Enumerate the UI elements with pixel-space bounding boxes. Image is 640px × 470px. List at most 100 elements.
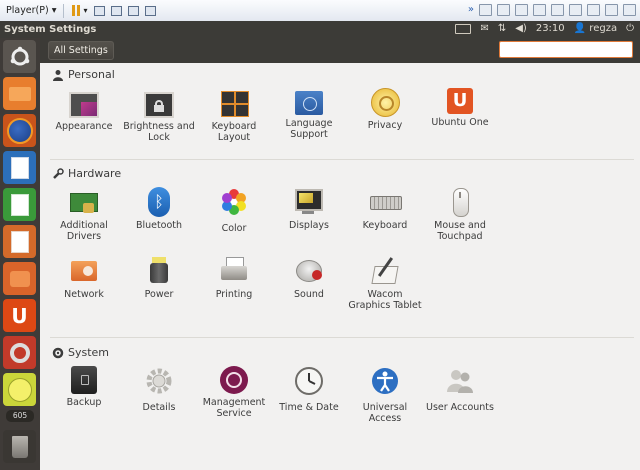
- printing-item[interactable]: Printing: [196, 256, 272, 300]
- users-icon: [447, 370, 473, 393]
- writer-launcher-icon[interactable]: [3, 151, 36, 184]
- clock[interactable]: 23:10: [536, 23, 565, 34]
- section-title-hardware: Hardware: [68, 167, 122, 180]
- message-log-icon[interactable]: [623, 4, 636, 16]
- appearance-item[interactable]: Appearance: [46, 88, 122, 132]
- accessibility-icon: [372, 368, 398, 394]
- chevron-down-icon[interactable]: ▾: [84, 6, 88, 15]
- printer-device-icon[interactable]: [587, 4, 600, 16]
- item-label: Additional Drivers: [60, 220, 108, 242]
- player-menu-label: Player(P): [6, 5, 49, 16]
- removable-devices-icon[interactable]: [110, 5, 122, 16]
- send-ctrl-alt-del-icon[interactable]: [93, 5, 105, 16]
- keyboard-indicator-icon[interactable]: [455, 23, 472, 34]
- time-date-item[interactable]: Time & Date: [271, 366, 347, 413]
- usb-icon[interactable]: [551, 4, 564, 16]
- power-item[interactable]: Power: [121, 256, 197, 300]
- item-label: Network: [64, 289, 104, 300]
- details-item[interactable]: Details: [121, 366, 197, 413]
- player-menu[interactable]: Player(P) ▾: [6, 5, 57, 16]
- privacy-icon: [370, 88, 400, 117]
- all-settings-button[interactable]: All Settings: [48, 41, 114, 60]
- dash-home-button[interactable]: [3, 40, 36, 73]
- item-label: Sound: [294, 289, 324, 300]
- displays-icon: [294, 187, 324, 217]
- firefox-launcher-icon[interactable]: [3, 114, 36, 147]
- unity-mode-icon[interactable]: [144, 5, 156, 16]
- item-label: Keyboard Layout: [211, 121, 257, 143]
- workspace-switcher-launcher-icon[interactable]: [3, 373, 36, 406]
- calc-launcher-icon[interactable]: [3, 188, 36, 221]
- top-panel: System Settings ✉ ⇅ ◀) 23:10 👤 regza ⏻: [0, 21, 640, 38]
- user-menu[interactable]: 👤 regza: [574, 23, 617, 34]
- brightness-icon: [144, 92, 174, 118]
- pause-icon[interactable]: [70, 5, 82, 16]
- network-indicator-icon[interactable]: ⇅: [498, 23, 506, 34]
- files-launcher-icon[interactable]: [3, 77, 36, 110]
- item-label: Details: [142, 402, 176, 413]
- privacy-item[interactable]: Privacy: [347, 88, 423, 131]
- ubuntu-one-launcher-icon[interactable]: U: [3, 299, 36, 332]
- search-input[interactable]: [499, 41, 633, 58]
- hdd-icon[interactable]: [479, 4, 492, 16]
- launcher-badge: 605: [6, 410, 34, 422]
- floppy-icon[interactable]: [515, 4, 528, 16]
- network-item[interactable]: Network: [46, 256, 122, 300]
- settings-content: Personal Appearance Brightness and Lock …: [40, 63, 640, 470]
- sound-item[interactable]: Sound: [271, 256, 347, 300]
- impress-launcher-icon[interactable]: [3, 225, 36, 258]
- sound-card-icon[interactable]: [569, 4, 582, 16]
- item-label: Backup: [66, 397, 102, 408]
- clock-icon: [295, 367, 323, 395]
- mouse-touchpad-item[interactable]: Mouse and Touchpad: [422, 187, 498, 242]
- chevron-right-icon[interactable]: »: [468, 5, 474, 15]
- gear-section-icon: [52, 347, 64, 359]
- toolbar-divider: [62, 3, 64, 18]
- software-center-launcher-icon[interactable]: [3, 262, 36, 295]
- universal-access-item[interactable]: Universal Access: [347, 366, 423, 424]
- window-title: System Settings: [4, 24, 97, 35]
- bluetooth-item[interactable]: ᛒ Bluetooth: [121, 187, 197, 231]
- management-service-item[interactable]: Management Service: [196, 366, 272, 419]
- color-icon: [222, 189, 246, 215]
- backup-icon: [71, 366, 97, 394]
- item-label: Power: [144, 289, 174, 300]
- mouse-icon: [445, 187, 475, 217]
- ubuntu-one-item[interactable]: U Ubuntu One: [422, 88, 498, 128]
- keyboard-layout-item[interactable]: Keyboard Layout: [196, 88, 272, 143]
- trash-launcher-icon[interactable]: [3, 430, 36, 463]
- item-label: Time & Date: [279, 402, 339, 413]
- keyboard-item[interactable]: Keyboard: [347, 187, 423, 231]
- section-divider: [50, 337, 634, 338]
- item-label: Brightness and Lock: [123, 121, 195, 143]
- language-support-item[interactable]: Language Support: [271, 88, 347, 140]
- power-menu-icon[interactable]: ⏻: [626, 23, 634, 34]
- backup-item[interactable]: Backup: [46, 366, 122, 408]
- network-adapter-icon[interactable]: [533, 4, 546, 16]
- network-icon: [69, 256, 99, 286]
- additional-drivers-item[interactable]: Additional Drivers: [46, 187, 122, 242]
- item-label: Color: [221, 223, 247, 234]
- displays-item[interactable]: Displays: [271, 187, 347, 231]
- mail-icon[interactable]: ✉: [480, 23, 488, 34]
- brightness-lock-item[interactable]: Brightness and Lock: [121, 88, 197, 143]
- item-label: Appearance: [55, 121, 113, 132]
- details-icon: [146, 368, 172, 394]
- system-settings-launcher-icon[interactable]: [3, 336, 36, 369]
- ubuntu-logo-icon: [10, 46, 29, 65]
- wacom-item[interactable]: Wacom Graphics Tablet: [347, 256, 423, 311]
- wacom-icon: [370, 256, 400, 286]
- section-divider: [50, 159, 634, 160]
- cd-icon[interactable]: [497, 4, 510, 16]
- item-label: Bluetooth: [135, 220, 183, 231]
- management-icon: [220, 366, 248, 394]
- launcher: U 605: [0, 38, 40, 470]
- bluetooth-icon: ᛒ: [148, 187, 170, 217]
- item-label: Mouse and Touchpad: [434, 220, 486, 242]
- color-item[interactable]: Color: [196, 187, 272, 234]
- display-device-icon[interactable]: [605, 4, 618, 16]
- volume-icon[interactable]: ◀): [515, 23, 527, 34]
- user-accounts-item[interactable]: User Accounts: [422, 366, 498, 413]
- wrench-section-icon: [53, 168, 64, 179]
- fullscreen-icon[interactable]: [127, 5, 139, 16]
